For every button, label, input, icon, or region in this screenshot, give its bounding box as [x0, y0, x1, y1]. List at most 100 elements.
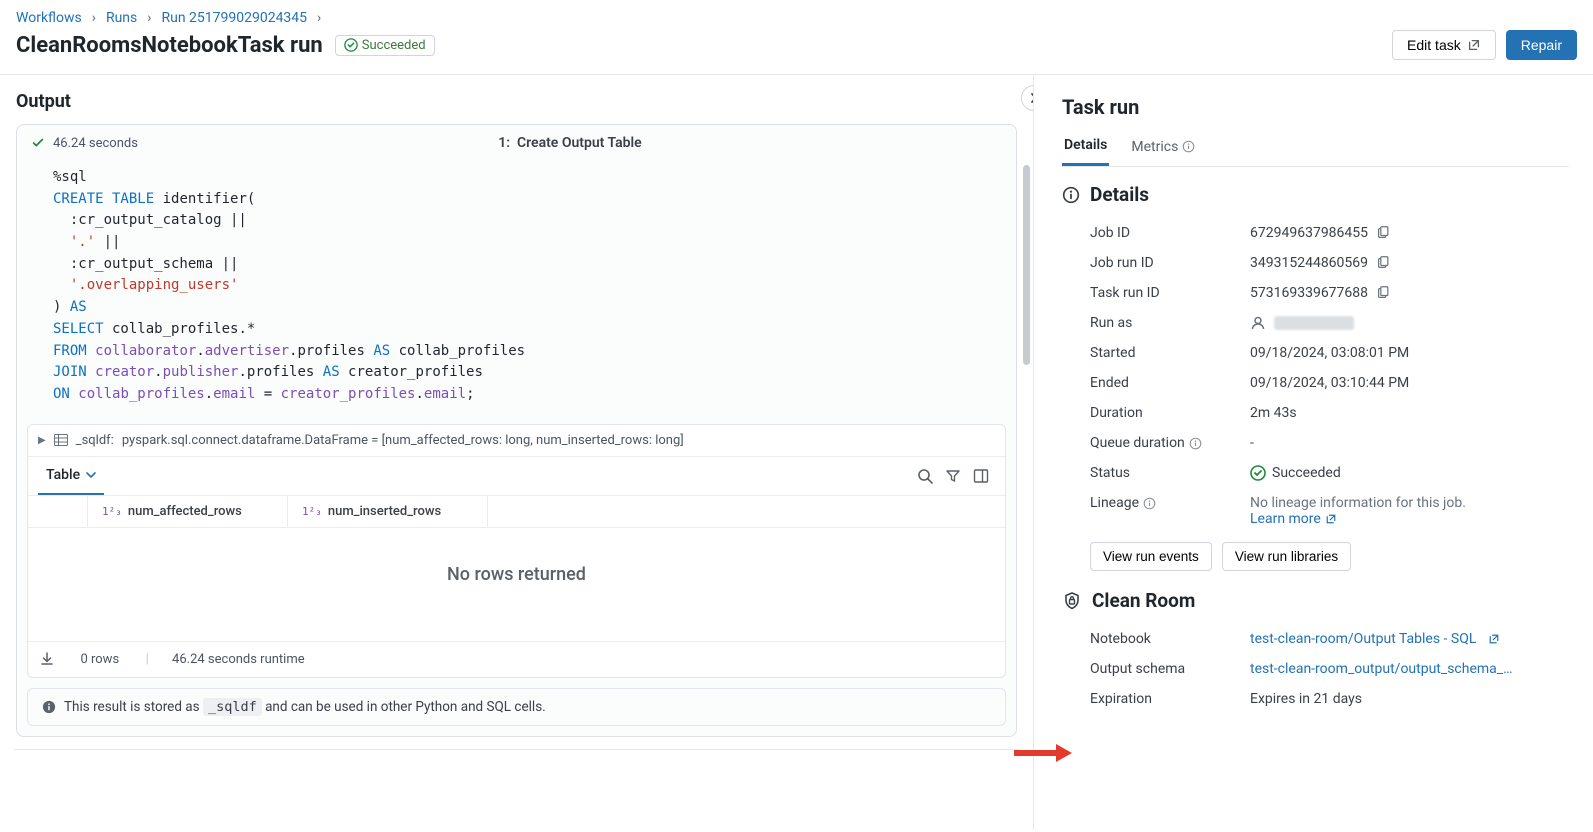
started-value: 09/18/2024, 03:08:01 PM [1250, 345, 1569, 361]
external-link-icon [1488, 633, 1500, 645]
sqldf-summary[interactable]: ▶ _sqldf: pyspark.sql.connect.dataframe.… [28, 425, 1005, 457]
info-pre: This result is stored as [64, 699, 203, 715]
table-header: 1²₃ num_affected_rows 1²₃ num_inserted_r… [28, 496, 1005, 528]
sqldf-var: _sqldf: [76, 433, 114, 448]
divider: | [146, 652, 149, 667]
code-id: collaborator [95, 343, 196, 359]
info-icon[interactable] [1189, 437, 1202, 450]
edit-task-label: Edit task [1407, 37, 1461, 53]
dataframe-icon [54, 434, 68, 446]
info-var: _sqldf [203, 698, 262, 716]
expiration-value: Expires in 21 days [1250, 691, 1569, 707]
code-kw: ON [53, 386, 78, 402]
kv-label: Lineage [1090, 495, 1250, 511]
code-text: . [154, 364, 162, 380]
download-icon[interactable] [40, 652, 54, 666]
kv-label: Started [1090, 345, 1250, 361]
code-kw: FROM [53, 343, 95, 359]
column-label: num_inserted_rows [328, 504, 441, 519]
chevron-right-icon: › [92, 10, 96, 26]
code-text: collab_profiles [390, 343, 525, 359]
code-id: collab_profiles [78, 386, 204, 402]
code-text: identifier( [154, 191, 255, 207]
breadcrumb-workflows[interactable]: Workflows [16, 10, 82, 26]
tab-details[interactable]: Details [1062, 129, 1109, 166]
duration-value: 2m 43s [1250, 405, 1569, 421]
view-run-libraries-button[interactable]: View run libraries [1222, 542, 1351, 571]
copy-icon[interactable] [1376, 256, 1390, 270]
code-text: = [255, 386, 280, 402]
run-as-redacted [1274, 316, 1354, 330]
learn-more-link[interactable]: Learn more [1250, 511, 1337, 527]
status-value: Succeeded [1272, 465, 1341, 481]
numeric-type-icon: 1²₃ [302, 505, 322, 518]
code-id: advertiser [205, 343, 289, 359]
code-line: :cr_output_catalog || [53, 212, 247, 228]
cell-title-text: Create Output Table [517, 135, 642, 151]
code-id: creator [95, 364, 154, 380]
search-icon[interactable] [911, 462, 939, 490]
code-text: creator_profiles [340, 364, 483, 380]
column-header[interactable]: 1²₃ num_affected_rows [88, 496, 288, 527]
notebook-cell: 46.24 seconds 1: Create Output Table %sq… [16, 124, 1017, 737]
code-text: .profiles [289, 343, 373, 359]
kv-label: Job run ID [1090, 255, 1250, 271]
panel-icon[interactable] [967, 462, 995, 490]
code-line: %sql [53, 169, 87, 185]
code-id: email [213, 386, 255, 402]
filter-icon[interactable] [939, 462, 967, 490]
clean-room-icon [1062, 591, 1082, 611]
kv-label: Job ID [1090, 225, 1250, 241]
column-label: num_affected_rows [128, 504, 242, 519]
copy-icon[interactable] [1376, 286, 1390, 300]
scrollbar-thumb[interactable] [1023, 165, 1030, 365]
runtime-text: 46.24 seconds runtime [172, 652, 305, 667]
code-text: ; [466, 386, 474, 402]
output-schema-link[interactable]: test-clean-room_output/output_schema_… [1250, 661, 1512, 677]
edit-task-button[interactable]: Edit task [1392, 30, 1496, 60]
check-icon [31, 136, 45, 150]
chevron-right-icon: › [147, 10, 151, 26]
kv-label: Run as [1090, 315, 1250, 331]
code-id: email [424, 386, 466, 402]
repair-button[interactable]: Repair [1506, 30, 1577, 60]
copy-icon[interactable] [1376, 226, 1390, 240]
no-rows-message: No rows returned [28, 528, 1005, 641]
tab-table[interactable]: Table [38, 457, 104, 495]
tab-metrics-label: Metrics [1131, 139, 1178, 155]
collapse-sidebar-button[interactable] [1021, 85, 1033, 111]
code-kw: AS [323, 364, 340, 380]
code-text: . [205, 386, 213, 402]
code-kw: AS [373, 343, 390, 359]
code-kw: SELECT [53, 321, 104, 337]
column-header[interactable]: 1²₃ num_inserted_rows [288, 496, 488, 527]
view-run-events-button[interactable]: View run events [1090, 542, 1212, 571]
kv-label: Task run ID [1090, 285, 1250, 301]
tab-metrics[interactable]: Metrics [1129, 129, 1197, 166]
info-icon[interactable] [1143, 497, 1156, 510]
job-id-value: 672949637986455 [1250, 225, 1368, 241]
breadcrumb-runs[interactable]: Runs [106, 10, 137, 26]
tab-table-label: Table [46, 467, 80, 483]
check-circle-icon [344, 38, 358, 52]
info-note: This result is stored as _sqldf and can … [27, 688, 1006, 726]
task-run-id-value: 573169339677688 [1250, 285, 1368, 301]
ended-value: 09/18/2024, 03:10:44 PM [1250, 375, 1569, 391]
chevron-down-icon [86, 470, 96, 480]
info-icon [42, 700, 56, 714]
kv-label: Queue duration [1090, 435, 1250, 451]
job-run-id-value: 349315244860569 [1250, 255, 1368, 271]
notebook-link[interactable]: test-clean-room/Output Tables - SQL [1250, 631, 1500, 647]
queue-value: - [1250, 435, 1569, 451]
code-id: publisher [163, 364, 239, 380]
code-text: .profiles [238, 364, 322, 380]
code-line: :cr_output_schema || [53, 256, 238, 272]
page-title: CleanRoomsNotebookTask run [16, 33, 323, 58]
code-kw: JOIN [53, 364, 95, 380]
lineage-value: No lineage information for this job. [1250, 495, 1466, 511]
code-id: creator_profiles [281, 386, 416, 402]
check-circle-icon [1250, 465, 1266, 481]
breadcrumb-run[interactable]: Run 251799029024345 [161, 10, 307, 26]
chevron-right-icon [1028, 92, 1033, 104]
info-icon [1182, 140, 1195, 153]
